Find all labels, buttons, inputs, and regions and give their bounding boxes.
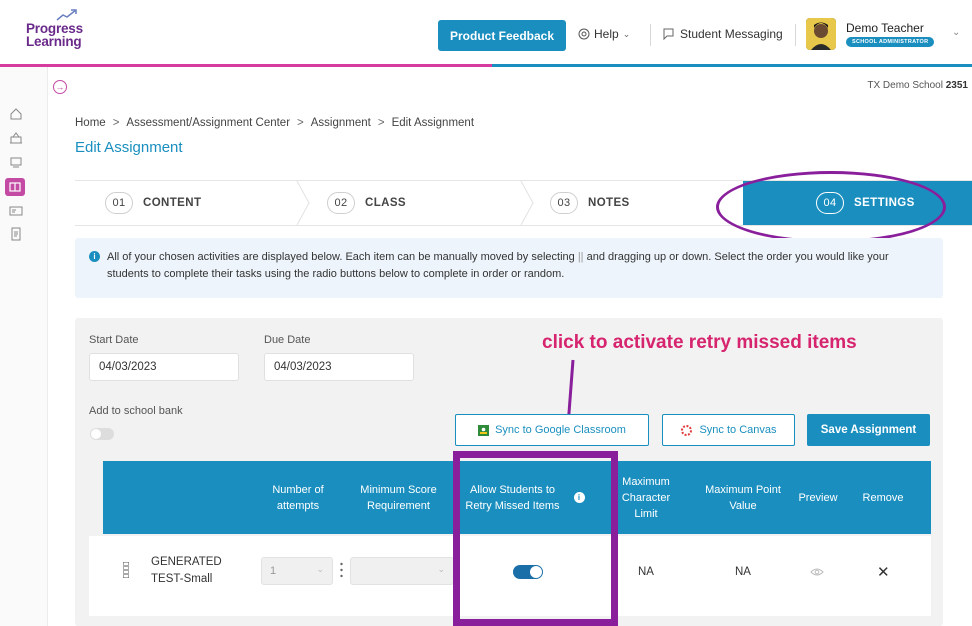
activity-name-line1: GENERATED bbox=[151, 556, 222, 568]
attempts-value: 1 bbox=[270, 565, 277, 577]
header-accent-bar bbox=[0, 64, 972, 67]
assignment-book-icon[interactable] bbox=[5, 178, 25, 196]
step-number: 01 bbox=[105, 192, 133, 214]
sidebar-expand-icon[interactable]: → bbox=[53, 80, 67, 94]
retry-column-highlight bbox=[453, 451, 618, 626]
progress-learning-logo[interactable]: Progress Learning bbox=[26, 8, 106, 58]
home-icon[interactable] bbox=[9, 107, 23, 121]
kebab-icon[interactable] bbox=[340, 562, 343, 578]
user-role-badge: SCHOOL ADMINISTRATOR bbox=[846, 37, 935, 47]
breadcrumb-assessment-center[interactable]: Assessment/Assignment Center bbox=[126, 117, 290, 129]
monitor-icon[interactable] bbox=[9, 155, 23, 169]
breadcrumb-assignment[interactable]: Assignment bbox=[311, 117, 371, 129]
chat-bubble-icon bbox=[663, 28, 674, 40]
column-header-attempts: Number of attempts bbox=[272, 483, 324, 512]
sync-google-classroom-button[interactable]: Sync to Google Classroom bbox=[455, 414, 649, 446]
school-icon[interactable] bbox=[9, 131, 23, 145]
sync-canvas-button[interactable]: Sync to Canvas bbox=[662, 414, 795, 446]
sync-canvas-label: Sync to Canvas bbox=[699, 424, 777, 436]
canvas-icon bbox=[681, 424, 693, 436]
step-chevron-divider bbox=[296, 181, 310, 225]
avatar[interactable] bbox=[806, 18, 836, 50]
step-number: 02 bbox=[327, 192, 355, 214]
user-name[interactable]: Demo Teacher bbox=[846, 21, 924, 35]
breadcrumb: Home > Assessment/Assignment Center > As… bbox=[75, 117, 474, 129]
page-title: Edit Assignment bbox=[75, 139, 183, 156]
activity-name-line2: TEST-Small bbox=[151, 573, 213, 585]
save-assignment-button[interactable]: Save Assignment bbox=[807, 414, 930, 446]
column-header-min-score: Minimum Score Requirement bbox=[360, 483, 437, 512]
breadcrumb-separator: > bbox=[377, 117, 385, 129]
breadcrumb-home[interactable]: Home bbox=[75, 117, 106, 129]
max-char-value: NA bbox=[638, 566, 654, 578]
step-chevron-divider bbox=[520, 181, 534, 225]
google-classroom-icon bbox=[478, 424, 490, 436]
help-menu[interactable]: Help ⌄ bbox=[578, 27, 630, 41]
school-bank-toggle[interactable] bbox=[90, 428, 114, 440]
due-date-label: Due Date bbox=[264, 334, 311, 346]
help-icon bbox=[578, 28, 590, 40]
student-messaging-link[interactable]: Student Messaging bbox=[662, 27, 783, 41]
breadcrumb-current: Edit Assignment bbox=[391, 117, 475, 129]
column-header-max-point: Maximum Point Value bbox=[705, 483, 781, 512]
eye-icon[interactable] bbox=[810, 567, 824, 577]
top-header: Progress Learning Product Feedback Help … bbox=[0, 0, 972, 66]
chevron-down-icon[interactable]: ⌄ bbox=[952, 27, 960, 38]
due-date-input[interactable]: 04/03/2023 bbox=[264, 353, 414, 381]
school-label: TX Demo School 2351 bbox=[867, 80, 968, 91]
min-score-select[interactable]: ⌄ bbox=[350, 557, 454, 585]
attempts-select[interactable]: 1 ⌄ bbox=[261, 557, 333, 585]
info-icon: i bbox=[89, 251, 100, 262]
max-point-value: NA bbox=[735, 566, 751, 578]
product-feedback-button[interactable]: Product Feedback bbox=[438, 20, 566, 51]
settings-highlight-ellipse bbox=[716, 171, 946, 243]
info-banner: i All of your chosen activities are disp… bbox=[75, 238, 943, 298]
chevron-down-icon: ⌄ bbox=[437, 564, 445, 574]
activity-name: GENERATED TEST-Small bbox=[151, 554, 222, 588]
tab-notes[interactable]: 03 NOTES bbox=[550, 181, 630, 225]
breadcrumb-separator: > bbox=[297, 117, 304, 129]
remove-icon[interactable]: ✕ bbox=[877, 563, 890, 581]
document-icon[interactable] bbox=[9, 227, 23, 241]
messaging-label: Student Messaging bbox=[680, 27, 783, 41]
tab-class[interactable]: 02 CLASS bbox=[327, 181, 406, 225]
sidebar bbox=[0, 67, 48, 626]
step-label: CONTENT bbox=[143, 197, 202, 209]
chevron-down-icon: ⌄ bbox=[622, 28, 631, 39]
help-label: Help bbox=[594, 27, 619, 41]
step-number: 03 bbox=[550, 192, 578, 214]
id-card-icon[interactable] bbox=[9, 204, 23, 218]
logo-line2: Learning bbox=[26, 34, 82, 49]
logo-chart-icon bbox=[56, 9, 77, 21]
chevron-down-icon: ⌄ bbox=[316, 564, 324, 574]
drag-handle-icon[interactable] bbox=[123, 562, 129, 578]
step-label: NOTES bbox=[588, 197, 630, 209]
column-header-max-char: Maximum Character Limit bbox=[621, 475, 671, 520]
school-name: TX Demo School bbox=[867, 80, 943, 91]
drag-handle-glyph: || bbox=[577, 251, 584, 263]
column-header-remove: Remove bbox=[862, 491, 904, 504]
info-text: All of your chosen activities are displa… bbox=[107, 249, 927, 283]
info-text-part1: All of your chosen activities are displa… bbox=[107, 251, 575, 263]
start-date-label: Start Date bbox=[89, 334, 139, 346]
school-bank-label: Add to school bank bbox=[89, 405, 183, 417]
step-label: CLASS bbox=[365, 197, 406, 209]
column-header-preview: Preview bbox=[798, 491, 838, 504]
sync-google-label: Sync to Google Classroom bbox=[495, 424, 626, 436]
annotation-text: click to activate retry missed items bbox=[542, 332, 857, 353]
header-divider bbox=[795, 24, 796, 46]
tab-content[interactable]: 01 CONTENT bbox=[105, 181, 201, 225]
breadcrumb-separator: > bbox=[112, 117, 120, 129]
header-divider bbox=[650, 24, 651, 46]
school-id: 2351 bbox=[945, 80, 968, 91]
start-date-input[interactable]: 04/03/2023 bbox=[89, 353, 239, 381]
